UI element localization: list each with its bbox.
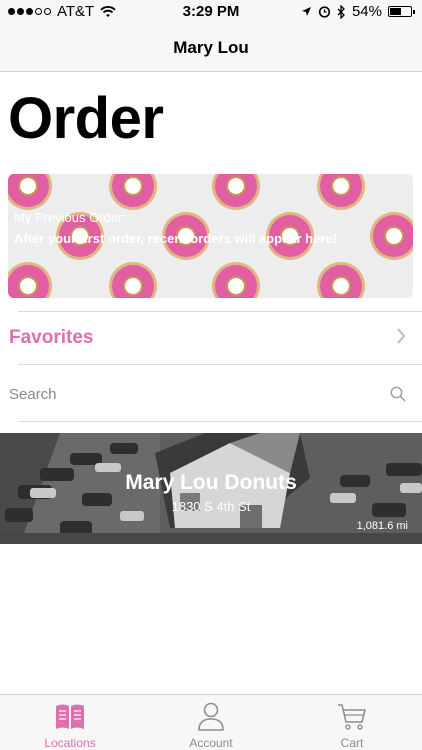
tab-label: Account [189, 736, 233, 750]
tab-locations[interactable]: Locations [0, 695, 140, 750]
status-bar: AT&T 3:29 PM 54% [0, 0, 422, 24]
divider [18, 364, 422, 365]
location-address: 1830 S 4th St [171, 499, 251, 514]
favorites-row[interactable]: Favorites [0, 312, 422, 364]
bluetooth-icon [337, 4, 345, 19]
search-icon[interactable] [390, 386, 406, 402]
search-row [0, 366, 422, 422]
divider [18, 421, 422, 422]
previous-order-caption: My Previous Order: [14, 210, 126, 225]
tab-label: Cart [340, 736, 364, 750]
nav-title: Mary Lou [173, 38, 249, 57]
book-icon [56, 704, 84, 729]
battery-percent: 54% [351, 3, 382, 20]
location-arrow-icon [301, 7, 311, 16]
page-title: Order [8, 86, 164, 151]
person-icon [198, 702, 224, 731]
status-right: 54% [301, 3, 415, 20]
previous-order-message: After your first order, recent orders wi… [14, 231, 337, 246]
location-name: Mary Lou Donuts [125, 471, 297, 494]
previous-order-card[interactable]: My Previous Order: After your first orde… [8, 174, 413, 298]
tab-account[interactable]: Account [141, 695, 281, 750]
location-card[interactable]: Mary Lou Donuts 1830 S 4th St 1,081.6 mi [0, 433, 422, 544]
chevron-right-icon [397, 328, 406, 344]
tab-bar: Locations Account Cart [0, 694, 422, 750]
navigation-bar: Mary Lou [0, 24, 422, 72]
search-input[interactable] [9, 378, 369, 410]
tab-label: Locations [44, 736, 96, 750]
alarm-icon [318, 6, 331, 18]
tab-cart[interactable]: Cart [282, 695, 422, 750]
favorites-label: Favorites [9, 327, 94, 348]
cart-icon [338, 704, 366, 730]
location-distance: 1,081.6 mi [356, 520, 408, 532]
battery-icon [388, 6, 415, 17]
